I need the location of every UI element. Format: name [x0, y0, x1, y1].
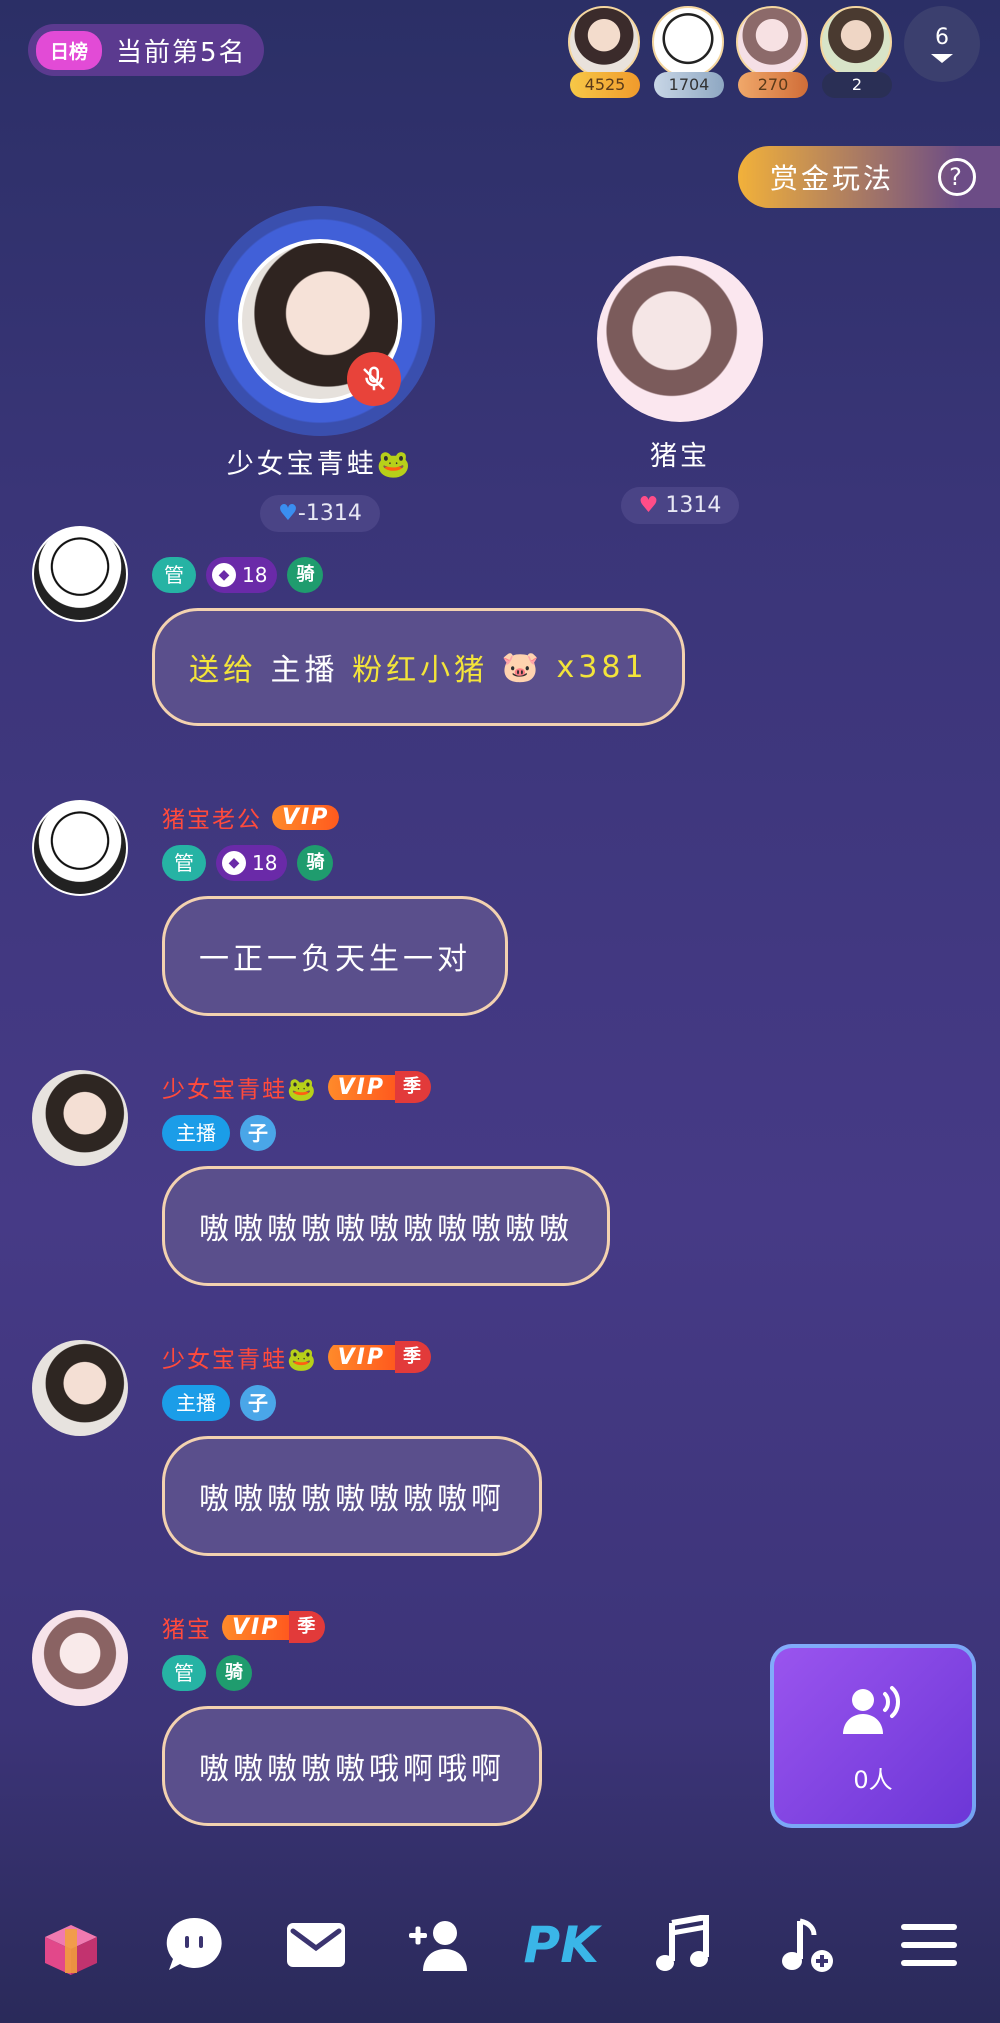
- user-badges: 主播 子: [162, 1114, 610, 1152]
- username[interactable]: 猪宝 VIP 季: [162, 1610, 542, 1644]
- user-avatar[interactable]: [32, 800, 128, 896]
- message-bubble: 嗷嗷嗷嗷嗷哦啊哦啊: [162, 1706, 542, 1826]
- message-bubble: 嗷嗷嗷嗷嗷嗷嗷嗷啊: [162, 1436, 542, 1556]
- username[interactable]: 少女宝青蛙🐸 VIP 季: [162, 1070, 610, 1104]
- vip-badge: VIP 季: [327, 1341, 431, 1373]
- user-badges: 主播 子: [162, 1384, 542, 1422]
- message-body: 少女宝青蛙🐸 VIP 季 主播 子 嗷嗷嗷嗷嗷嗷嗷嗷嗷嗷嗷: [162, 1070, 610, 1286]
- zi-badge: 子: [240, 1115, 276, 1151]
- music-button[interactable]: [639, 1900, 729, 1990]
- host-badge: 主播: [162, 1115, 230, 1151]
- daily-rank-pill[interactable]: 日榜 当前第5名: [28, 24, 264, 76]
- add-user-icon: [408, 1921, 467, 1971]
- viewer-avatar: [736, 6, 808, 78]
- vip-badge: VIP: [272, 801, 340, 833]
- level-badge: ◆ 18: [216, 845, 288, 881]
- charm-value: ♥-1314: [260, 495, 380, 532]
- seat-avatar: [597, 256, 763, 422]
- username[interactable]: 少女宝青蛙🐸 VIP 季: [162, 1340, 542, 1374]
- bounty-label: 赏金玩法: [770, 162, 895, 195]
- top-viewers: 4525 1704 270 2 6: [568, 6, 980, 98]
- admin-badge: 管: [162, 1655, 206, 1691]
- gift-box-button[interactable]: [26, 1900, 116, 1990]
- user-avatar[interactable]: [32, 1610, 128, 1706]
- pig-gift-icon: 🐷: [501, 649, 543, 685]
- gift-box-icon: [45, 1925, 98, 1975]
- rank-position-text: 当前第5名: [116, 37, 247, 68]
- message-bubble: 嗷嗷嗷嗷嗷嗷嗷嗷嗷嗷嗷: [162, 1166, 610, 1286]
- viewer-score: 270: [738, 72, 808, 98]
- chat-button[interactable]: [149, 1900, 239, 1990]
- zi-badge: 子: [240, 1385, 276, 1421]
- add-music-button[interactable]: [761, 1900, 851, 1990]
- seat-avatar-ring: [205, 206, 435, 436]
- user-avatar[interactable]: [32, 526, 128, 622]
- host-badge: 主播: [162, 1385, 230, 1421]
- speaking-user-icon: [843, 1686, 900, 1734]
- viewer-4[interactable]: 2: [820, 6, 894, 98]
- rider-badge: 骑: [287, 557, 324, 593]
- queue-count: 0人: [853, 1766, 893, 1794]
- viewer-avatar: [568, 6, 640, 78]
- chat-bubble-icon: [166, 1917, 222, 1970]
- viewer-1[interactable]: 4525: [568, 6, 642, 98]
- message-body: 少女宝青蛙🐸 VIP 季 主播 子 嗷嗷嗷嗷嗷嗷嗷嗷啊: [162, 1340, 542, 1556]
- user-badges: 管 骑: [162, 1654, 542, 1692]
- vip-badge: VIP 季: [222, 1611, 326, 1643]
- message-bubble: 一正一负天生一对: [162, 896, 508, 1016]
- viewer-count-button[interactable]: 6: [904, 6, 980, 82]
- user-badges: 管 ◆ 18 骑: [152, 556, 685, 594]
- message-body: 猪宝老公 VIP 管 ◆ 18 骑 一正一负天生一对: [162, 800, 508, 1016]
- add-user-button[interactable]: [394, 1900, 484, 1990]
- level-badge: ◆ 18: [206, 557, 278, 593]
- mail-icon: [287, 1923, 346, 1967]
- chevron-down-icon: [931, 54, 953, 63]
- bottom-toolbar: PK: [0, 1890, 1000, 2000]
- user-avatar[interactable]: [32, 1070, 128, 1166]
- charm-value: ♥ 1314: [620, 487, 740, 524]
- user-badges: 管 ◆ 18 骑: [162, 844, 508, 882]
- message-body: 管 ◆ 18 骑 送给 主播 粉红小猪 🐷 x381: [152, 556, 685, 726]
- mail-button[interactable]: [271, 1900, 361, 1990]
- viewer-3[interactable]: 270: [736, 6, 810, 98]
- vip-badge: VIP 季: [327, 1071, 431, 1103]
- user-avatar[interactable]: [32, 1340, 128, 1436]
- rider-badge: 骑: [297, 845, 334, 881]
- message-body: 猪宝 VIP 季 管 骑 嗷嗷嗷嗷嗷哦啊哦啊: [162, 1610, 542, 1826]
- seat-name: 猪宝: [650, 441, 710, 472]
- mic-muted-icon: [347, 352, 401, 406]
- username[interactable]: 猪宝老公 VIP: [162, 800, 508, 834]
- seat-name: 少女宝青蛙🐸: [226, 449, 414, 480]
- rider-badge: 骑: [216, 1655, 252, 1691]
- viewer-score: 4525: [570, 72, 640, 98]
- viewer-avatar: [652, 6, 724, 78]
- heart-icon: ♥: [638, 493, 659, 518]
- diamond-icon: ◆: [222, 851, 246, 875]
- viewer-count: 6: [935, 25, 949, 50]
- music-icon: [655, 1915, 709, 1971]
- pk-label: PK: [523, 1916, 599, 1974]
- heart-icon: ♥: [278, 501, 298, 526]
- mic-queue-button[interactable]: 0人: [770, 1644, 976, 1828]
- menu-icon: [900, 1924, 957, 1966]
- diamond-icon: ◆: [212, 563, 236, 587]
- viewer-score: 1704: [654, 72, 724, 98]
- add-music-icon: [782, 1918, 834, 1972]
- menu-button[interactable]: [884, 1900, 974, 1990]
- mic-seat-1[interactable]: 少女宝青蛙🐸 ♥-1314: [200, 206, 440, 532]
- admin-badge: 管: [162, 845, 206, 881]
- viewer-2[interactable]: 1704: [652, 6, 726, 98]
- viewer-avatar: [820, 6, 892, 78]
- admin-badge: 管: [152, 557, 196, 593]
- help-icon[interactable]: ?: [938, 158, 976, 196]
- daily-rank-tag: 日榜: [36, 30, 103, 70]
- mic-seat-2[interactable]: 猪宝 ♥ 1314: [590, 256, 770, 524]
- bounty-play-button[interactable]: 赏金玩法 ?: [738, 146, 1000, 208]
- gift-bubble: 送给 主播 粉红小猪 🐷 x381: [152, 608, 685, 726]
- viewer-score: 2: [822, 72, 892, 98]
- pk-button[interactable]: PK: [516, 1900, 606, 1990]
